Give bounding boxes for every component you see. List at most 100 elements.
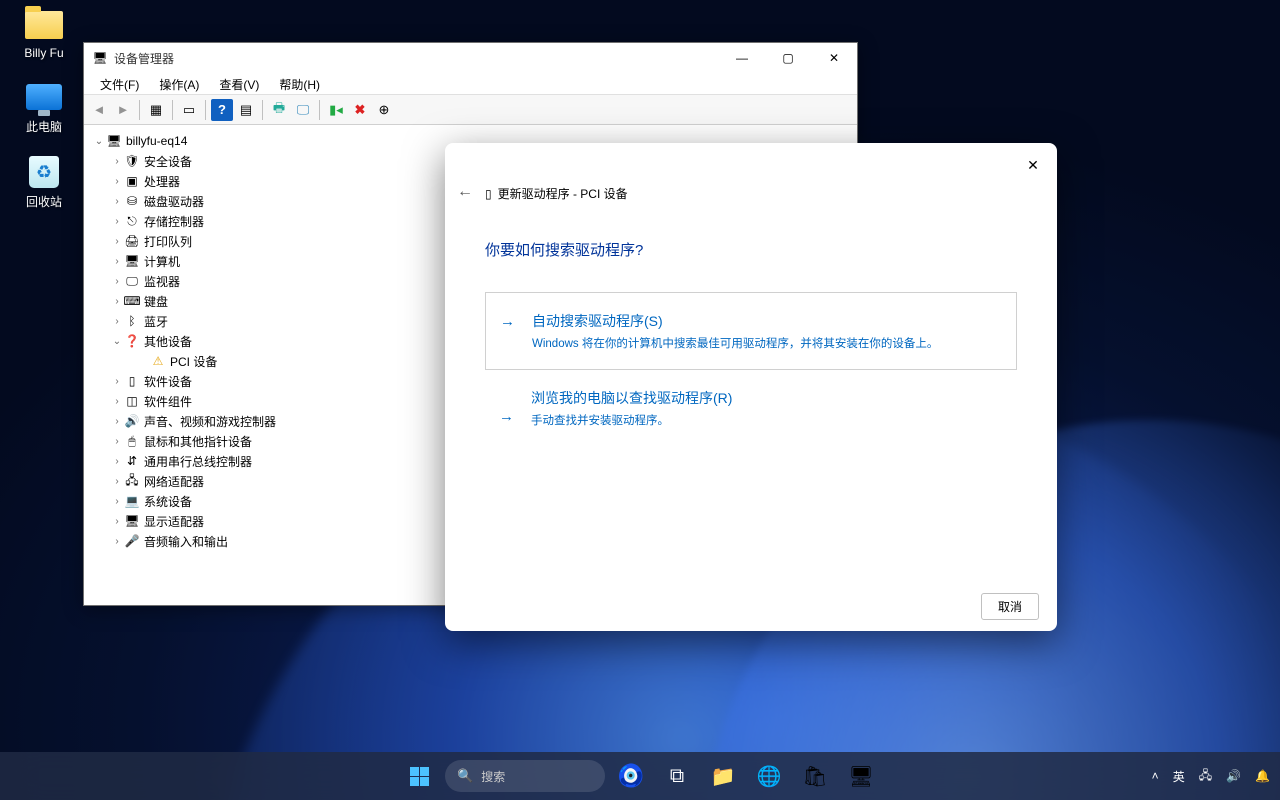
toolbar: ◄ ► ▦ ▭ ? ▤ 🖶 🖵 ▮◂ ✖ ⊕ bbox=[84, 95, 857, 125]
taskbar-app-devmgr[interactable]: 🖥 bbox=[841, 756, 881, 796]
option-auto-search[interactable]: → 自动搜索驱动程序(S) Windows 将在你的计算机中搜索最佳可用驱动程序… bbox=[485, 292, 1017, 370]
node-label: billyfu-eq14 bbox=[126, 134, 187, 148]
menu-action[interactable]: 操作(A) bbox=[149, 73, 209, 94]
edge-icon: 🌐 bbox=[757, 764, 782, 789]
expand-icon[interactable]: › bbox=[110, 396, 124, 407]
expand-icon[interactable]: › bbox=[110, 456, 124, 467]
search-placeholder: 搜索 bbox=[481, 768, 505, 785]
driver-update-wizard: ✕ ← ▯ 更新驱动程序 - PCI 设备 你要如何搜索驱动程序? → 自动搜索… bbox=[445, 143, 1057, 631]
option-desc: 手动查找并安装驱动程序。 bbox=[531, 412, 997, 428]
node-label: PCI 设备 bbox=[170, 353, 217, 370]
node-label: 磁盘驱动器 bbox=[144, 193, 204, 210]
task-view-button[interactable]: ⧉ bbox=[657, 756, 697, 796]
back-button[interactable]: ◄ bbox=[88, 99, 110, 121]
expand-icon[interactable]: › bbox=[110, 196, 124, 207]
menu-help[interactable]: 帮助(H) bbox=[269, 73, 330, 94]
wizard-title: ▯ 更新驱动程序 - PCI 设备 bbox=[485, 185, 628, 202]
update-driver-button[interactable]: 🖵 bbox=[292, 99, 314, 121]
computer-icon: 🖥 bbox=[106, 133, 122, 149]
device-category-icon: ◫ bbox=[124, 393, 140, 409]
cancel-button[interactable]: 取消 bbox=[981, 593, 1039, 620]
scan-hardware-button[interactable]: ⊕ bbox=[373, 99, 395, 121]
option-title: 浏览我的电脑以查找驱动程序(R) bbox=[531, 388, 997, 408]
node-label: 处理器 bbox=[144, 173, 180, 190]
desktop-icon-thispc[interactable]: 此电脑 bbox=[10, 80, 78, 135]
expand-icon[interactable]: ⌄ bbox=[92, 136, 106, 147]
maximize-button[interactable]: ▢ bbox=[765, 43, 811, 73]
expand-icon[interactable]: › bbox=[110, 316, 124, 327]
device-category-icon: ❓ bbox=[124, 333, 140, 349]
desktop-icon-folder[interactable]: Billy Fu bbox=[10, 8, 78, 60]
device-category-icon: ▣ bbox=[124, 173, 140, 189]
device-category-icon: 🖨 bbox=[124, 233, 140, 249]
titlebar[interactable]: 🖥 设备管理器 ― ▢ ✕ bbox=[84, 43, 857, 73]
ime-indicator[interactable]: 英 bbox=[1173, 768, 1185, 785]
search-icon: 🔍 bbox=[457, 768, 473, 784]
expand-icon[interactable]: › bbox=[110, 476, 124, 487]
node-label: 存储控制器 bbox=[144, 213, 204, 230]
expand-icon[interactable]: › bbox=[110, 376, 124, 387]
expand-icon[interactable]: › bbox=[110, 256, 124, 267]
system-tray: ˄ 英 🖧 🔊 🔔 bbox=[1152, 766, 1270, 787]
notifications-icon[interactable]: 🔔 bbox=[1255, 769, 1270, 783]
option-browse[interactable]: → 浏览我的电脑以查找驱动程序(R) 手动查找并安装驱动程序。 bbox=[485, 388, 1017, 446]
taskbar: 🔍 搜索 🧿 ⧉ 📁 🌐 🛍 🖥 ˄ 英 🖧 🔊 🔔 bbox=[0, 752, 1280, 800]
expand-icon[interactable]: ⌄ bbox=[110, 336, 124, 347]
network-icon[interactable]: 🖧 bbox=[1199, 766, 1212, 787]
properties-button[interactable]: ▭ bbox=[178, 99, 200, 121]
taskbar-search[interactable]: 🔍 搜索 bbox=[445, 760, 605, 792]
uninstall-button[interactable]: ✖ bbox=[349, 99, 371, 121]
node-label: 其他设备 bbox=[144, 333, 192, 350]
menu-file[interactable]: 文件(F) bbox=[90, 73, 149, 94]
folder-icon bbox=[25, 11, 63, 39]
start-button[interactable] bbox=[399, 756, 439, 796]
scan-button[interactable]: ▤ bbox=[235, 99, 257, 121]
minimize-button[interactable]: ― bbox=[719, 43, 765, 73]
expand-icon[interactable]: › bbox=[110, 296, 124, 307]
expand-icon[interactable]: › bbox=[110, 416, 124, 427]
copilot-icon: 🧿 bbox=[617, 763, 644, 789]
expand-icon[interactable]: › bbox=[110, 516, 124, 527]
node-label: 通用串行总线控制器 bbox=[144, 453, 252, 470]
desktop-icon-recyclebin[interactable]: 回收站 bbox=[10, 155, 78, 210]
desktop-icon-label: 此电脑 bbox=[26, 118, 62, 135]
help-button[interactable]: ? bbox=[211, 99, 233, 121]
node-label: 蓝牙 bbox=[144, 313, 168, 330]
taskview-icon: ⧉ bbox=[670, 765, 684, 788]
close-button[interactable]: ✕ bbox=[811, 43, 857, 73]
device-category-icon: 🖧 bbox=[124, 473, 140, 489]
taskbar-app-explorer[interactable]: 📁 bbox=[703, 756, 743, 796]
expand-icon[interactable]: › bbox=[110, 496, 124, 507]
close-button[interactable]: ✕ bbox=[1017, 151, 1049, 179]
expand-icon[interactable]: › bbox=[110, 156, 124, 167]
option-title: 自动搜索驱动程序(S) bbox=[532, 311, 996, 331]
volume-icon[interactable]: 🔊 bbox=[1226, 769, 1241, 783]
node-label: 网络适配器 bbox=[144, 473, 204, 490]
expand-icon[interactable]: › bbox=[110, 176, 124, 187]
copilot-button[interactable]: 🧿 bbox=[611, 756, 651, 796]
device-category-icon: 💻 bbox=[124, 493, 140, 509]
device-category-icon: ▯ bbox=[124, 373, 140, 389]
show-hidden-button[interactable]: ▦ bbox=[145, 99, 167, 121]
expand-icon[interactable]: › bbox=[110, 436, 124, 447]
back-button[interactable]: ← bbox=[457, 183, 473, 201]
expand-icon[interactable]: › bbox=[110, 236, 124, 247]
node-label: 软件设备 bbox=[144, 373, 192, 390]
expand-icon[interactable]: › bbox=[110, 216, 124, 227]
device-category-icon: 🖥 bbox=[124, 253, 140, 269]
menu-view[interactable]: 查看(V) bbox=[209, 73, 269, 94]
taskbar-app-edge[interactable]: 🌐 bbox=[749, 756, 789, 796]
enable-button[interactable]: ▮◂ bbox=[325, 99, 347, 121]
forward-button[interactable]: ► bbox=[112, 99, 134, 121]
wizard-question: 你要如何搜索驱动程序? bbox=[485, 239, 1017, 260]
taskbar-app-store[interactable]: 🛍 bbox=[795, 756, 835, 796]
node-label: 音频输入和输出 bbox=[144, 533, 228, 550]
tray-overflow[interactable]: ˄ bbox=[1152, 769, 1159, 783]
node-label: 打印队列 bbox=[144, 233, 192, 250]
expand-icon[interactable]: › bbox=[110, 276, 124, 287]
node-label: 监视器 bbox=[144, 273, 180, 290]
node-label: 键盘 bbox=[144, 293, 168, 310]
folder-icon: 📁 bbox=[711, 764, 736, 789]
expand-icon[interactable]: › bbox=[110, 536, 124, 547]
print-button[interactable]: 🖶 bbox=[268, 99, 290, 121]
